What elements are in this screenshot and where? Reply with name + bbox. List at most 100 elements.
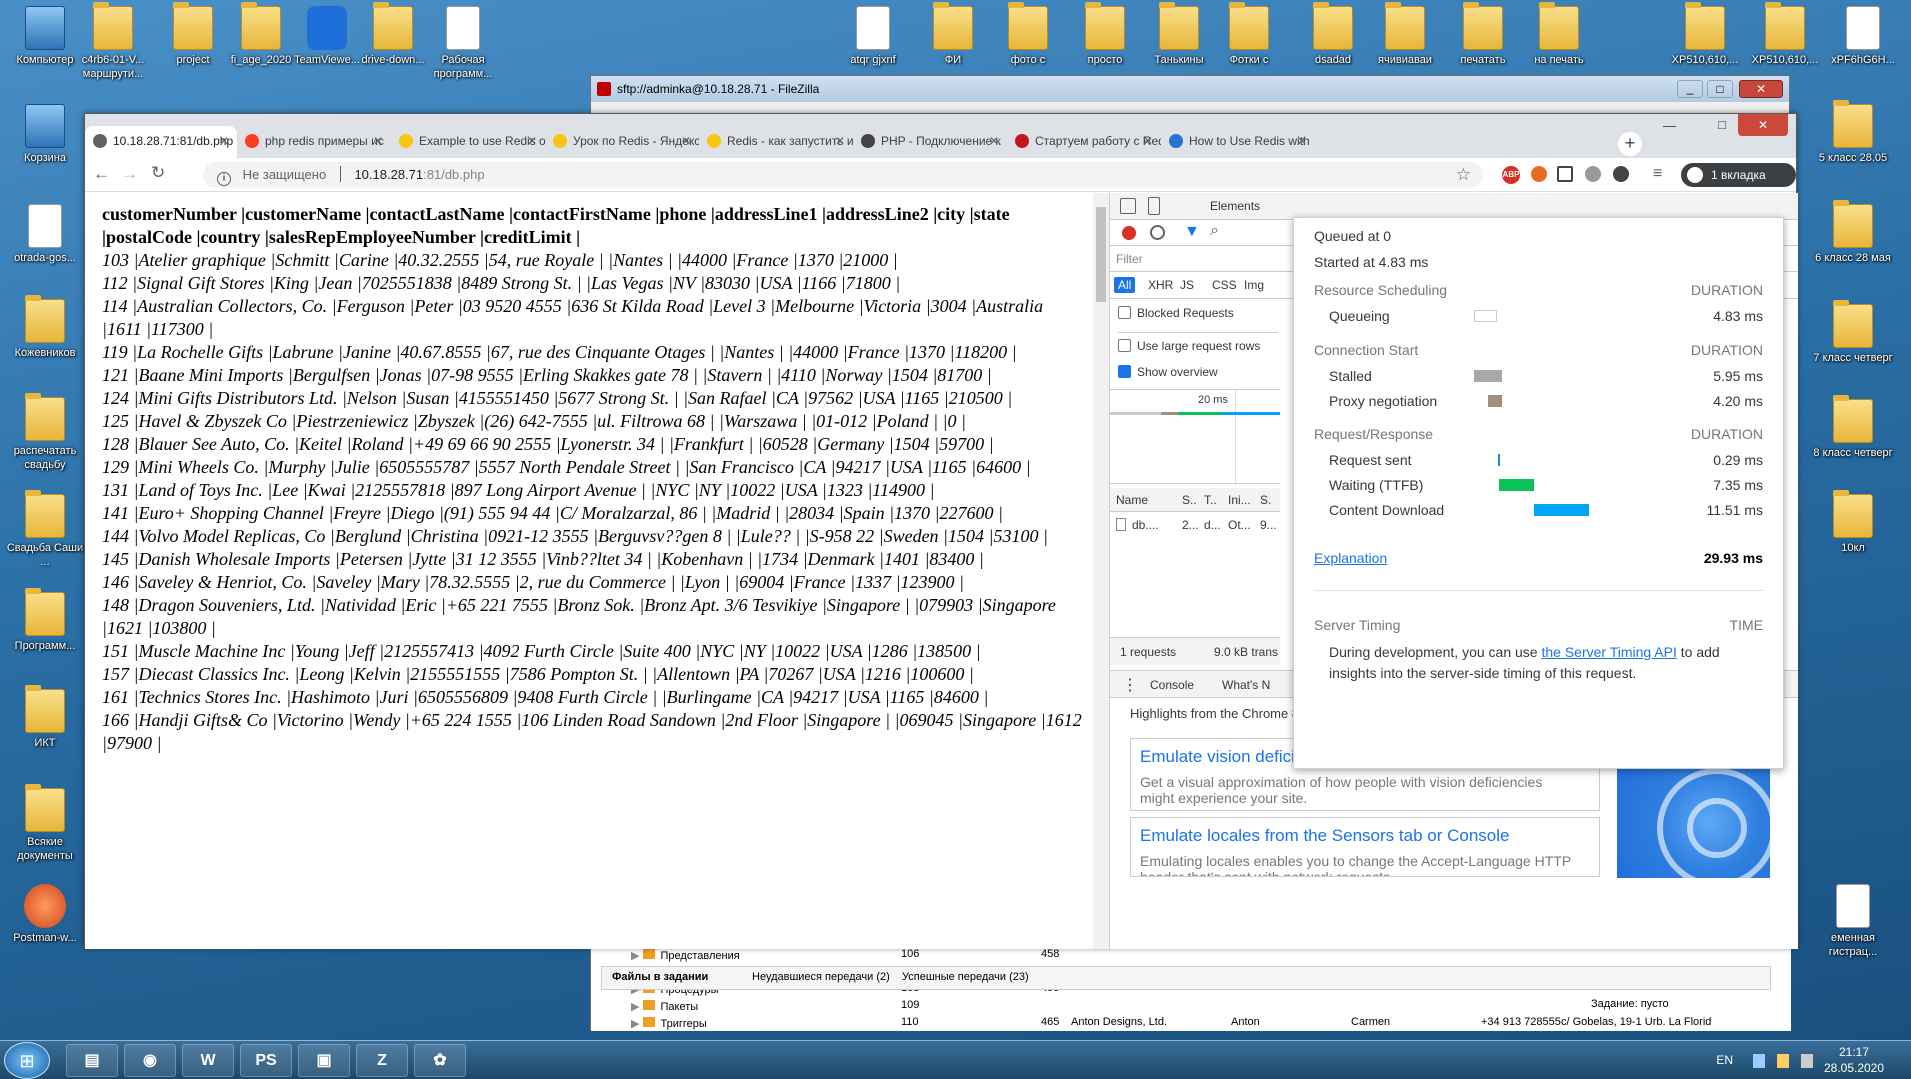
minimize-icon[interactable]: _ <box>1677 80 1703 98</box>
forward-icon[interactable]: → <box>121 164 138 184</box>
reload-icon[interactable]: ↻ <box>151 163 165 183</box>
media-icon[interactable]: ≡ <box>1653 165 1662 183</box>
scrollbar-thumb[interactable] <box>1096 207 1106 302</box>
filter-icon[interactable]: ▼ <box>1184 223 1200 241</box>
tab-4[interactable]: Урок по Redis - Яндекс ✕ <box>545 126 699 158</box>
adblock-icon[interactable]: ABP <box>1502 166 1520 184</box>
tab-8[interactable]: How to Use Redis with ✕ <box>1161 126 1315 158</box>
column-header[interactable]: Ini... <box>1228 493 1251 507</box>
desktop-icon[interactable]: otrada-gos... <box>2 200 88 286</box>
desktop-icon[interactable]: 6 класс 28 мая <box>1810 200 1896 286</box>
tab-console[interactable]: Console <box>1150 678 1194 692</box>
overview-timeline[interactable]: 20 ms <box>1110 389 1280 485</box>
whats-new-card[interactable]: Emulate locales from the Sensors tab or … <box>1130 817 1600 877</box>
minimize-icon[interactable]: — <box>1663 118 1676 133</box>
desktop-icon[interactable]: 10кл <box>1810 490 1896 576</box>
inspect-icon[interactable] <box>1120 198 1136 214</box>
queue-tab[interactable]: Файлы в задании <box>612 971 708 983</box>
tree-item[interactable]: ▶ Пакеты <box>631 1000 698 1018</box>
column-header[interactable]: S.. <box>1182 493 1197 507</box>
explorer-taskbar-button[interactable]: ▤ <box>66 1044 118 1077</box>
desktop-icon[interactable]: 7 класс четверг <box>1810 300 1896 386</box>
card-title[interactable]: Emulate locales from the Sensors tab or … <box>1140 826 1509 846</box>
close-icon[interactable]: ✕ <box>527 126 537 156</box>
record-icon[interactable] <box>1122 226 1136 240</box>
tab-2[interactable]: php redis примеры ис ✕ <box>237 126 391 158</box>
desktop-icon[interactable]: Рабочая программ... <box>420 2 506 88</box>
desktop-icon[interactable]: ИКТ <box>2 685 88 771</box>
filter-xhr[interactable]: XHR <box>1144 277 1177 293</box>
settings-extension-icon[interactable] <box>1585 166 1601 182</box>
virtualbox-taskbar-button[interactable]: ▣ <box>298 1044 350 1077</box>
bookmark-star-icon[interactable]: ☆ <box>1456 162 1471 188</box>
large-rows-checkbox[interactable]: Use large request rows <box>1118 332 1278 353</box>
maximize-icon[interactable]: □ <box>1718 117 1726 132</box>
gimp-taskbar-button[interactable]: ✿ <box>414 1044 466 1077</box>
tab-5[interactable]: Redis - как запустить и ✕ <box>699 126 853 158</box>
tree-item[interactable]: ▶ Триггеры <box>631 1017 707 1035</box>
tree-item[interactable]: ▶ Представления <box>631 949 740 967</box>
clock-time[interactable]: 21:17 <box>1819 1045 1889 1059</box>
language-indicator[interactable]: EN <box>1716 1053 1733 1067</box>
desktop-icon[interactable]: Кожевников <box>2 295 88 381</box>
close-icon[interactable]: ✕ <box>373 126 383 156</box>
close-icon[interactable]: ✕ <box>1297 126 1307 156</box>
filter-all[interactable]: All <box>1114 277 1136 293</box>
close-icon[interactable]: ✕ <box>1143 126 1153 156</box>
desktop-icon[interactable]: Программ... <box>2 588 88 674</box>
column-header[interactable]: S. <box>1260 493 1271 507</box>
desktop-icon[interactable]: Postman-w... <box>2 880 88 966</box>
tab-3[interactable]: Example to use Redis о ✕ <box>391 126 545 158</box>
search-icon[interactable]: ⌕ <box>1210 222 1219 240</box>
desktop-icon[interactable]: Всякие документы <box>2 784 88 870</box>
clock-date[interactable]: 28.05.2020 <box>1819 1061 1889 1075</box>
tab-1[interactable]: 10.18.28.71:81/db.php ✕ <box>85 126 237 158</box>
start-button[interactable]: ⊞ <box>4 1042 50 1079</box>
server-timing-api-link[interactable]: the Server Timing API <box>1541 644 1676 660</box>
queue-tab[interactable]: Успешные передачи (23) <box>902 971 1029 983</box>
word-taskbar-button[interactable]: W <box>182 1044 234 1077</box>
page-scrollbar[interactable] <box>1093 193 1109 949</box>
blocked-requests-checkbox[interactable]: Blocked Requests <box>1118 306 1234 320</box>
show-overview-checkbox[interactable]: Show overview <box>1118 365 1218 379</box>
request-row[interactable]: db.... 2... d... Ot... 9... <box>1110 513 1280 537</box>
phpstorm-taskbar-button[interactable]: PS <box>240 1044 292 1077</box>
filezilla-titlebar[interactable]: sftp://adminka@10.18.28.71 - FileZilla ✕… <box>591 76 1789 102</box>
queue-tab[interactable]: Неудавшиеся передачи (2) <box>752 971 890 983</box>
desktop-icon[interactable]: c4rb6-01-V... маршрути... <box>70 2 156 88</box>
desktop-icon[interactable]: распечатать свадьбу <box>2 393 88 479</box>
desktop-icon[interactable]: Свадьба Саши ... <box>2 490 88 576</box>
tab-6[interactable]: PHP - Подключение к ✕ <box>853 126 1007 158</box>
desktop-icon[interactable]: xPF6hG6H... <box>1820 2 1906 88</box>
tray-icons[interactable] <box>1753 1054 1813 1068</box>
extension-icon[interactable] <box>1531 166 1547 182</box>
close-icon[interactable]: ✕ <box>989 126 999 156</box>
desktop-icon[interactable]: 8 класс четверг <box>1810 395 1896 481</box>
close-icon[interactable]: ✕ <box>681 126 691 156</box>
incognito-badge[interactable]: 1 вкладка инкогнито <box>1681 163 1796 206</box>
close-icon[interactable]: ✕ <box>1739 80 1783 98</box>
filter-img[interactable]: Img <box>1240 277 1268 293</box>
extension-icon[interactable] <box>1557 166 1573 182</box>
address-bar[interactable]: i Не защищено 10.18.28.71:81/db.php ☆ <box>203 162 1483 188</box>
info-icon[interactable]: i <box>217 172 231 186</box>
desktop-icon[interactable]: Корзина <box>2 100 88 186</box>
column-header[interactable]: Name <box>1116 493 1148 507</box>
device-toolbar-icon[interactable] <box>1148 197 1160 215</box>
clear-icon[interactable] <box>1150 225 1165 240</box>
filter-css[interactable]: CSS <box>1208 277 1241 293</box>
filezilla-taskbar-button[interactable]: Z <box>356 1044 408 1077</box>
drawer-menu-icon[interactable]: ⋮ <box>1122 675 1138 695</box>
column-header[interactable]: T.. <box>1204 493 1217 507</box>
desktop-icon[interactable]: еменная гистрац... <box>1810 880 1896 966</box>
back-icon[interactable]: ← <box>93 164 110 184</box>
filter-input[interactable]: Filter <box>1116 252 1143 266</box>
maximize-icon[interactable]: □ <box>1707 80 1733 98</box>
extension-icon[interactable] <box>1613 166 1629 182</box>
explanation-link[interactable]: Explanation <box>1314 548 1387 568</box>
tab-elements[interactable]: Elements <box>1210 199 1260 213</box>
menu-icon[interactable]: ⋮ <box>1851 164 1868 184</box>
close-icon[interactable]: ✕ <box>1738 114 1788 136</box>
filter-js[interactable]: JS <box>1176 277 1198 293</box>
close-icon[interactable]: ✕ <box>835 126 845 156</box>
